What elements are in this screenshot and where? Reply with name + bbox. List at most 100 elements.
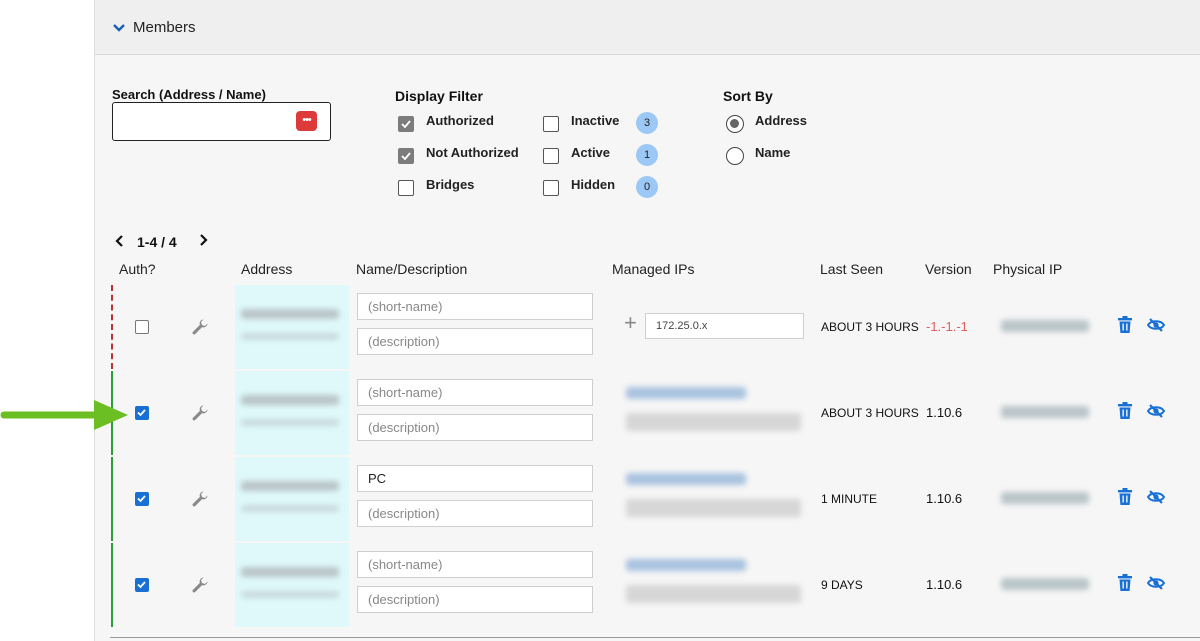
active-count-badge: 1 xyxy=(636,144,658,166)
physical-ip-blurred xyxy=(1001,492,1089,504)
description-field xyxy=(357,414,593,441)
description-field xyxy=(357,328,593,355)
trash-icon[interactable] xyxy=(1117,488,1133,511)
short-name-input[interactable] xyxy=(358,552,592,577)
col-last-seen: Last Seen xyxy=(820,261,884,277)
display-filter-title: Display Filter xyxy=(395,88,483,104)
short-name-input[interactable] xyxy=(358,380,592,405)
short-name-input[interactable] xyxy=(358,294,592,319)
eye-slash-icon[interactable] xyxy=(1146,575,1166,596)
table-row: 9 DAYS 1.10.6 xyxy=(111,543,1200,627)
description-field xyxy=(357,500,593,527)
hidden-count-badge: 0 xyxy=(636,176,658,198)
eye-slash-icon[interactable] xyxy=(1146,489,1166,510)
physical-ip-blurred xyxy=(1001,578,1089,590)
filter-hidden-checkbox[interactable] xyxy=(543,180,559,196)
filter-bridges-checkbox[interactable] xyxy=(398,180,414,196)
description-input[interactable] xyxy=(358,415,592,440)
wrench-icon[interactable] xyxy=(191,490,209,513)
address-cell[interactable] xyxy=(235,457,349,541)
address-cell[interactable] xyxy=(235,371,349,455)
wrench-icon[interactable] xyxy=(191,404,209,427)
pagination-range: 1-4 / 4 xyxy=(137,234,177,250)
filter-not-authorized-checkbox[interactable] xyxy=(398,148,414,164)
unauthorized-indicator xyxy=(111,285,113,369)
sort-address-radio[interactable] xyxy=(726,115,744,133)
table-row: + ABOUT 3 HOURS -1.-1.-1 xyxy=(111,285,1200,369)
col-auth: Auth? xyxy=(119,261,156,277)
version: 1.10.6 xyxy=(926,405,963,420)
physical-ip-blurred xyxy=(1001,320,1089,332)
trash-icon[interactable] xyxy=(1117,316,1133,339)
search-input[interactable] xyxy=(119,110,293,134)
col-physical-ip: Physical IP xyxy=(993,261,1063,277)
version: -1.-1.-1 xyxy=(926,319,968,334)
table-row: ABOUT 3 HOURS 1.10.6 xyxy=(111,371,1200,455)
address-cell[interactable] xyxy=(235,543,349,627)
physical-ip-blurred xyxy=(1001,406,1089,418)
eye-slash-icon[interactable] xyxy=(1146,403,1166,424)
managed-ip-blurred xyxy=(626,473,746,485)
filter-inactive-checkbox[interactable] xyxy=(543,116,559,132)
col-address[interactable]: Address xyxy=(241,261,292,277)
short-name-field xyxy=(357,551,593,578)
sort-address-label: Address xyxy=(755,113,808,128)
managed-ip-input-blurred xyxy=(626,413,801,431)
col-managed-ips: Managed IPs xyxy=(612,261,695,277)
trash-icon[interactable] xyxy=(1117,574,1133,597)
row-auth-checkbox[interactable] xyxy=(135,320,149,334)
row-auth-checkbox[interactable] xyxy=(135,578,149,592)
search-box: ••• xyxy=(112,102,331,141)
authorized-indicator xyxy=(111,543,113,627)
row-auth-checkbox[interactable] xyxy=(135,406,149,420)
managed-ip-field xyxy=(645,313,804,339)
description-field xyxy=(357,586,593,613)
sort-name-label: Name xyxy=(755,145,791,160)
address-cell[interactable] xyxy=(235,285,349,369)
members-title: Members xyxy=(133,19,196,36)
row-auth-checkbox[interactable] xyxy=(135,492,149,506)
eye-slash-icon[interactable] xyxy=(1146,317,1166,338)
filter-bridges-label: Bridges xyxy=(426,177,475,192)
chevron-left-icon[interactable] xyxy=(115,234,124,250)
filter-hidden-label: Hidden xyxy=(571,177,616,192)
wrench-icon[interactable] xyxy=(191,318,209,341)
last-seen: 1 MINUTE xyxy=(821,492,878,506)
sort-name-radio[interactable] xyxy=(726,147,744,165)
col-name[interactable]: Name/Description xyxy=(356,261,467,277)
version: 1.10.6 xyxy=(926,491,963,506)
arrow-right-icon xyxy=(0,395,132,440)
last-seen: ABOUT 3 HOURS xyxy=(821,406,919,420)
dots-icon[interactable]: ••• xyxy=(296,111,317,131)
trash-icon[interactable] xyxy=(1117,402,1133,425)
description-input[interactable] xyxy=(358,587,592,612)
filter-inactive-label: Inactive xyxy=(571,113,620,128)
short-name-field xyxy=(357,465,593,492)
col-version: Version xyxy=(925,261,972,277)
table-bottom-divider xyxy=(110,637,1200,638)
members-header[interactable]: Members xyxy=(95,0,1200,55)
table-row: 1 MINUTE 1.10.6 xyxy=(111,457,1200,541)
managed-ip-input[interactable] xyxy=(646,314,803,338)
short-name-field xyxy=(357,379,593,406)
authorized-indicator xyxy=(111,457,113,541)
description-input[interactable] xyxy=(358,501,592,526)
inactive-count-badge: 3 xyxy=(636,112,658,134)
description-input[interactable] xyxy=(358,329,592,354)
sort-by-title: Sort By xyxy=(723,88,773,104)
managed-ip-input-blurred xyxy=(626,585,801,603)
chevron-right-icon[interactable] xyxy=(199,233,208,249)
filter-authorized-label: Authorized xyxy=(426,113,494,128)
members-panel: Members Search (Address / Name) ••• Disp… xyxy=(94,0,1200,641)
filter-active-checkbox[interactable] xyxy=(543,148,559,164)
last-seen: 9 DAYS xyxy=(821,578,863,592)
managed-ip-input-blurred xyxy=(626,499,801,517)
search-label: Search (Address / Name) xyxy=(112,87,266,102)
filter-authorized-checkbox[interactable] xyxy=(398,116,414,132)
version: 1.10.6 xyxy=(926,577,963,592)
chevron-down-icon[interactable] xyxy=(113,20,125,38)
short-name-input[interactable] xyxy=(358,466,592,491)
filter-active-label: Active xyxy=(571,145,611,160)
wrench-icon[interactable] xyxy=(191,576,209,599)
plus-icon[interactable]: + xyxy=(624,312,637,334)
